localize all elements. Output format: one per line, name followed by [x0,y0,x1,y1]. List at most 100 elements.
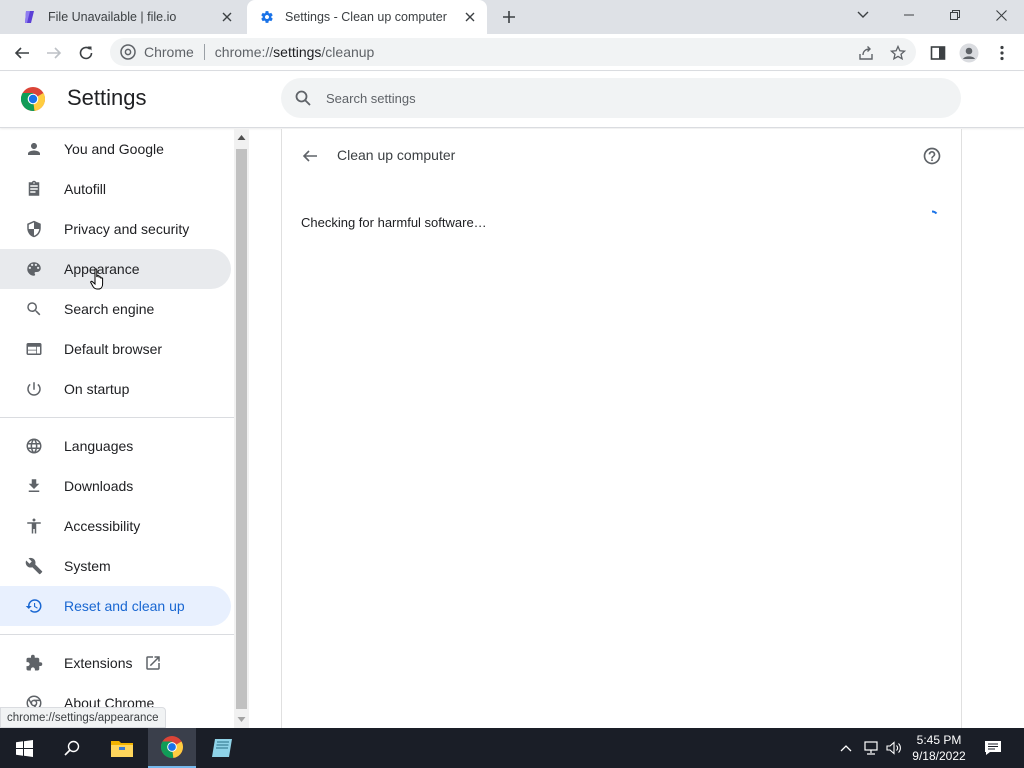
gear-icon [259,9,275,25]
sidebar-item-search-engine[interactable]: Search engine [0,289,231,329]
more-vert-icon [1000,45,1004,61]
sidebar-item-label: Downloads [64,478,134,494]
settings-sidebar: You and Google Autofill Privacy and secu… [0,129,234,728]
sidebar-item-label: Privacy and security [64,221,190,237]
tab-settings[interactable]: Settings - Clean up computer [247,0,487,34]
download-icon [24,476,44,496]
plus-icon [503,11,515,23]
windows-taskbar: 5:45 PM 9/18/2022 [0,728,1024,768]
sidebar-item-label: System [64,558,111,574]
notifications-button[interactable] [980,728,1006,768]
scroll-up-icon[interactable] [237,133,246,142]
forward-button[interactable] [41,40,67,66]
arrow-left-icon [14,47,29,59]
reload-icon [79,46,93,60]
sidebar-item-autofill[interactable]: Autofill [0,169,231,209]
minimize-icon [904,14,914,16]
search-input[interactable] [326,90,926,106]
search-icon [294,89,312,107]
tab-search-button[interactable] [840,0,886,30]
scroll-down-icon[interactable] [237,715,246,724]
sidebar-item-privacy[interactable]: Privacy and security [0,209,231,249]
notepad-app-icon [212,739,232,757]
settings-search[interactable] [281,78,961,118]
sidebar-item-label: Appearance [64,261,140,277]
tab-title: File Unavailable | file.io [48,10,177,24]
open-in-new-icon [144,654,162,672]
scan-status-text: Checking for harmful software… [301,215,487,230]
sidebar-item-appearance[interactable]: Appearance [0,249,231,289]
url-text: chrome://settings/cleanup [214,44,375,60]
sidebar-item-label: Accessibility [64,518,141,534]
sidebar-item-reset-and-clean-up[interactable]: Reset and clean up [0,586,231,626]
speaker-icon [886,741,901,755]
settings-header: Settings [0,72,1024,128]
reload-button[interactable] [73,40,99,66]
status-url-bubble: chrome://settings/appearance [0,707,166,728]
profile-button[interactable] [956,40,982,66]
site-label: Chrome [144,44,194,60]
palette-icon [24,259,44,279]
folder-icon [111,741,133,757]
sidebar-divider [0,417,234,418]
help-circle-icon [923,147,941,165]
notification-icon [985,741,1001,755]
sidebar-item-label: Default browser [64,341,163,357]
scrollbar-thumb[interactable] [236,149,247,709]
sidebar-item-label: Autofill [64,181,107,197]
volume-button[interactable] [884,728,904,768]
sidebar-scrollbar[interactable] [234,129,249,728]
browser-window-icon [24,339,44,359]
side-panel-button[interactable] [925,40,951,66]
start-button[interactable] [0,728,48,768]
taskbar-search-button[interactable] [48,728,96,768]
sidebar-item-you-and-google[interactable]: You and Google [0,129,231,169]
puzzle-icon [24,653,44,673]
back-button[interactable] [9,40,35,66]
address-bar[interactable]: Chrome chrome://settings/cleanup [110,38,916,66]
sidebar-item-accessibility[interactable]: Accessibility [0,506,231,546]
new-tab-button[interactable] [499,7,519,27]
sidebar-item-default-browser[interactable]: Default browser [0,329,231,369]
sidebar-item-on-startup[interactable]: On startup [0,369,231,409]
menu-button[interactable] [989,40,1015,66]
chrome-site-icon[interactable] [120,44,136,60]
tab-title: Settings - Clean up computer [285,10,447,24]
taskbar-chrome[interactable] [148,728,196,768]
taskbar-file-explorer[interactable] [98,728,146,768]
chrome-logo-icon [20,87,46,111]
sidebar-item-label: Reset and clean up [64,598,185,614]
chevron-up-icon [840,745,852,752]
sidebar-item-extensions[interactable]: Extensions [0,643,231,683]
bookmark-button[interactable] [885,40,911,66]
sidebar-item-languages[interactable]: Languages [0,426,231,466]
close-tab-icon[interactable] [218,8,236,26]
clipboard-icon [24,179,44,199]
subpage-title: Clean up computer [337,147,456,163]
taskbar-app[interactable] [198,728,246,768]
close-tab-icon[interactable] [461,8,479,26]
network-icon [864,741,878,755]
restore-button[interactable] [932,0,978,30]
show-hidden-icons-button[interactable] [836,728,856,768]
sidebar-item-label: On startup [64,381,130,397]
share-button[interactable] [853,40,879,66]
page-title: Settings [67,85,147,110]
sidebar-item-system[interactable]: System [0,546,231,586]
search-icon [64,740,80,756]
restore-icon [24,596,44,616]
clock-time: 5:45 PM [916,733,962,747]
side-panel-icon [930,46,946,60]
windows-logo-icon [15,739,33,757]
sidebar-item-downloads[interactable]: Downloads [0,466,231,506]
back-arrow-button[interactable] [299,145,321,167]
close-window-button[interactable] [978,0,1024,30]
shield-icon [24,219,44,239]
close-icon [995,9,1007,21]
tab-file-io[interactable]: File Unavailable | file.io [14,0,244,34]
taskbar-clock[interactable]: 5:45 PM 9/18/2022 [904,732,974,764]
wrench-icon [24,556,44,576]
help-button[interactable] [921,145,943,167]
network-button[interactable] [860,728,882,768]
minimize-button[interactable] [886,0,932,30]
